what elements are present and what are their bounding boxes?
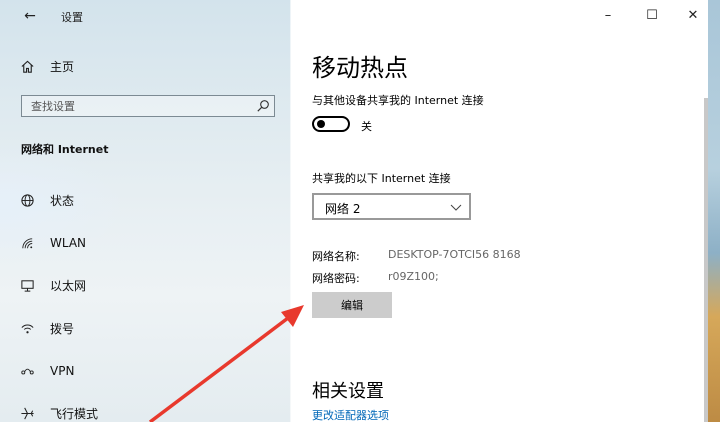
network-password-value: r09Z100; <box>388 270 439 283</box>
sidebar-item-home[interactable]: 主页 <box>20 55 74 77</box>
network-name-value: DESKTOP-7OTCI56 8168 <box>388 248 521 261</box>
close-button[interactable]: ✕ <box>683 6 703 26</box>
toggle-knob <box>317 120 325 128</box>
sidebar-item-airplane[interactable]: 飞行模式 <box>20 401 270 422</box>
hotspot-toggle[interactable] <box>312 116 350 132</box>
related-settings-title: 相关设置 <box>312 381 384 402</box>
dialup-icon <box>21 324 34 333</box>
change-adapter-options-link[interactable]: 更改适配器选项 <box>312 407 389 423</box>
toggle-state-label: 关 <box>361 120 372 133</box>
sidebar-item-status[interactable]: 状态 <box>20 188 270 212</box>
section-title: 网络和 Internet <box>21 143 109 156</box>
search-icon[interactable] <box>256 99 270 113</box>
minimize-button[interactable]: – <box>598 6 618 26</box>
home-icon <box>21 60 34 73</box>
settings-sidebar: ← 设置 主页 网络和 Internet 状态 WLAN <box>0 0 291 422</box>
back-button[interactable]: ← <box>20 6 40 26</box>
ethernet-icon <box>21 279 34 292</box>
wifi-icon <box>22 237 33 248</box>
sidebar-item-label: VPN <box>50 364 75 378</box>
chevron-down-icon <box>450 204 462 211</box>
home-label: 主页 <box>50 59 75 74</box>
network-name-key: 网络名称: <box>312 250 360 263</box>
sidebar-item-wlan[interactable]: WLAN <box>20 231 270 255</box>
sidebar-item-ethernet[interactable]: 以太网 <box>20 273 270 297</box>
sidebar-item-label: 状态 <box>50 193 75 208</box>
sidebar-item-dialup[interactable]: 拨号 <box>20 316 270 340</box>
sidebar-item-vpn[interactable]: VPN <box>20 359 270 383</box>
desktop-background-strip <box>708 0 720 422</box>
connection-dropdown[interactable]: 网络 2 <box>312 193 471 220</box>
app-title: 设置 <box>61 11 83 24</box>
sidebar-item-label: 以太网 <box>50 278 87 293</box>
globe-icon <box>21 193 34 207</box>
share-from-label: 共享我的以下 Internet 连接 <box>312 172 451 185</box>
scrollbar[interactable] <box>704 98 708 422</box>
sidebar-item-label: WLAN <box>50 236 87 250</box>
search-input[interactable] <box>22 96 251 116</box>
airplane-icon <box>21 407 34 419</box>
search-box[interactable] <box>21 95 275 117</box>
sidebar-item-label: 飞行模式 <box>50 406 99 421</box>
page-title: 移动热点 <box>312 54 408 82</box>
maximize-button[interactable]: ☐ <box>642 6 662 26</box>
sidebar-item-label: 拨号 <box>50 321 75 336</box>
dropdown-value: 网络 2 <box>325 202 361 216</box>
network-password-key: 网络密码: <box>312 272 360 285</box>
vpn-icon <box>21 368 34 374</box>
edit-button[interactable]: 编辑 <box>312 292 392 318</box>
title-bar: ← 设置 <box>0 0 291 32</box>
share-description: 与其他设备共享我的 Internet 连接 <box>312 94 484 107</box>
